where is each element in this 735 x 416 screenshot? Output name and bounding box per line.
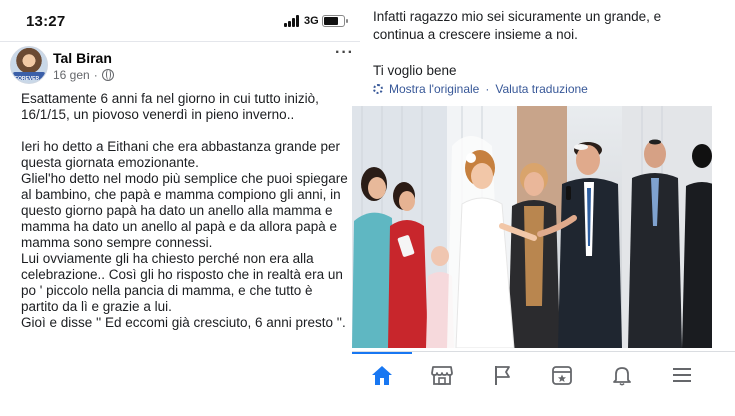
network-type: 3G	[304, 15, 319, 27]
nav-notifications[interactable]	[592, 352, 652, 396]
meta-separator: ·	[93, 68, 98, 82]
home-icon	[372, 366, 392, 385]
nav-events[interactable]	[532, 352, 592, 396]
post-author[interactable]: Tal Biran	[53, 50, 112, 66]
right-screenshot: Infatti ragazzo mio sei sicuramente un g…	[352, 0, 735, 416]
status-time: 13:27	[26, 13, 66, 30]
translation-bar: Mostra l'originale · Valuta traduzione	[373, 82, 588, 96]
notifications-bell-icon	[613, 367, 631, 386]
left-screenshot: 13:27 3G FOREVER Tal Biran 16 gen · ··· …	[0, 0, 360, 416]
marketplace-icon	[431, 366, 453, 385]
more-options-button[interactable]: ···	[335, 44, 354, 62]
bottom-nav-bar	[352, 351, 735, 396]
post-photo[interactable]	[352, 106, 712, 348]
translate-gear-icon[interactable]	[373, 84, 383, 94]
rate-translation-link[interactable]: Valuta traduzione	[495, 82, 588, 96]
post-body-continued: Infatti ragazzo mio sei sicuramente un g…	[373, 9, 662, 78]
signal-icon	[284, 15, 301, 27]
nav-home[interactable]	[352, 352, 412, 396]
events-icon	[552, 366, 572, 385]
wedding-photo-illustration	[352, 106, 712, 348]
battery-icon	[322, 15, 348, 27]
nav-menu[interactable]	[652, 352, 712, 396]
pages-flag-icon	[495, 366, 510, 385]
post-age[interactable]: 16 gen	[53, 68, 90, 82]
post-meta: 16 gen ·	[53, 68, 114, 82]
active-indicator	[352, 352, 412, 354]
globe-icon	[101, 69, 114, 81]
avatar[interactable]: FOREVER	[10, 46, 48, 84]
nav-marketplace[interactable]	[412, 352, 472, 396]
menu-icon	[673, 368, 691, 382]
status-bar: 13:27 3G	[0, 0, 360, 42]
divider	[0, 41, 360, 42]
avatar-frame-caption: FOREVER	[14, 76, 40, 82]
post-body: Esattamente 6 anni fa nel giorno in cui …	[21, 91, 348, 330]
show-original-link[interactable]: Mostra l'originale	[389, 82, 479, 96]
nav-pages[interactable]	[472, 352, 532, 396]
translate-separator: ·	[485, 82, 490, 96]
